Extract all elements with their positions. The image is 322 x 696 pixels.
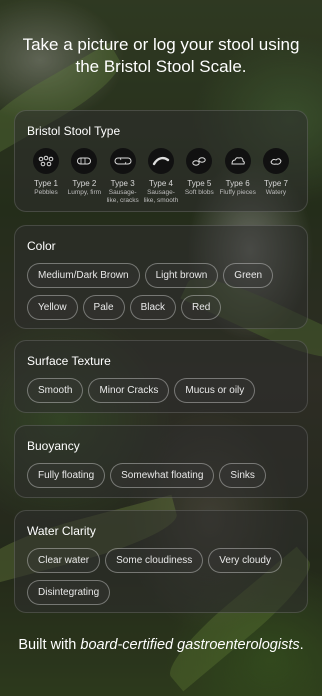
- clarity-chip-very-cloudy[interactable]: Very cloudy: [208, 548, 282, 573]
- texture-chip-smooth[interactable]: Smooth: [27, 378, 84, 403]
- soft-blobs-icon: [186, 148, 213, 174]
- clarity-card: Water Clarity Clear water Some cloudines…: [14, 510, 308, 613]
- cracked-sausage-icon: [109, 148, 136, 174]
- footer-emphasis: board-certified gastroenterologists: [80, 637, 300, 653]
- color-chip-light-brown[interactable]: Light brown: [144, 263, 219, 288]
- buoyancy-card: Buoyancy Fully floating Somewhat floatin…: [14, 425, 308, 498]
- type-name: Type 2: [72, 179, 97, 188]
- color-chip-yellow[interactable]: Yellow: [27, 295, 78, 320]
- type-desc: Soft blobs: [184, 189, 214, 196]
- texture-title: Surface Texture: [27, 354, 111, 368]
- type-option-7[interactable]: Type 7 Watery: [257, 148, 295, 205]
- type-name: Type 1: [33, 179, 58, 188]
- pebbles-icon: [33, 148, 59, 174]
- color-chip-red[interactable]: Red: [181, 295, 222, 320]
- buoyancy-chip-sinks[interactable]: Sinks: [219, 463, 266, 488]
- footer-credit: Built with board-certified gastroenterol…: [0, 636, 322, 654]
- type-desc: Pebbles: [34, 189, 58, 196]
- type-option-5[interactable]: Type 5 Soft blobs: [180, 148, 218, 205]
- buoyancy-options: Fully floating Somewhat floating Sinks: [27, 463, 295, 488]
- footer-prefix: Built with: [18, 637, 81, 653]
- footer-suffix: .: [299, 637, 304, 653]
- type-name: Type 7: [263, 179, 288, 188]
- type-desc: Sausage-like, smooth: [143, 189, 179, 204]
- color-chip-green[interactable]: Green: [223, 263, 274, 288]
- bristol-type-list: Type 1 Pebbles Type 2 Lumpy, firm Type 3…: [27, 148, 295, 205]
- headline: Take a picture or log your stool using t…: [22, 35, 300, 76]
- type-name: Type 4: [148, 179, 173, 188]
- texture-chip-minor-cracks[interactable]: Minor Cracks: [88, 378, 170, 403]
- buoyancy-chip-somewhat-floating[interactable]: Somewhat floating: [110, 463, 215, 488]
- type-desc: Fluffy pieces: [219, 189, 256, 196]
- texture-chip-mucus-or-oily[interactable]: Mucus or oily: [174, 378, 256, 403]
- type-name: Type 3: [110, 179, 135, 188]
- type-option-4[interactable]: Type 4 Sausage-like, smooth: [142, 148, 180, 205]
- color-title: Color: [27, 239, 56, 253]
- type-option-1[interactable]: Type 1 Pebbles: [27, 148, 65, 205]
- clarity-chip-clear-water[interactable]: Clear water: [27, 548, 101, 573]
- type-option-3[interactable]: Type 3 Sausage-like, cracks: [104, 148, 142, 205]
- texture-options: Smooth Minor Cracks Mucus or oily: [27, 378, 295, 403]
- bristol-type-card: Bristol Stool Type Type 1 Pebbles Type 2…: [14, 110, 308, 212]
- watery-icon: [262, 148, 289, 174]
- texture-card: Surface Texture Smooth Minor Cracks Mucu…: [14, 340, 308, 413]
- type-option-6[interactable]: Type 6 Fluffy pieces: [219, 148, 257, 205]
- clarity-title: Water Clarity: [27, 524, 96, 538]
- type-name: Type 6: [225, 179, 250, 188]
- type-name: Type 5: [187, 179, 212, 188]
- buoyancy-chip-fully-floating[interactable]: Fully floating: [27, 463, 106, 488]
- type-option-2[interactable]: Type 2 Lumpy, firm: [65, 148, 103, 205]
- fluffy-icon: [224, 148, 251, 174]
- color-chip-medium-dark-brown[interactable]: Medium/Dark Brown: [27, 263, 140, 288]
- color-chip-pale[interactable]: Pale: [82, 295, 125, 320]
- type-desc: Sausage-like, cracks: [106, 189, 139, 204]
- lumpy-icon: [71, 148, 98, 174]
- clarity-chip-some-cloudiness[interactable]: Some cloudiness: [105, 548, 204, 573]
- buoyancy-title: Buoyancy: [27, 439, 80, 453]
- type-desc: Watery: [265, 189, 287, 196]
- color-card: Color Medium/Dark Brown Light brown Gree…: [14, 225, 308, 329]
- bristol-type-title: Bristol Stool Type: [27, 124, 121, 138]
- type-desc: Lumpy, firm: [67, 189, 102, 196]
- clarity-chip-disintegrating[interactable]: Disintegrating: [27, 580, 111, 605]
- color-chip-black[interactable]: Black: [129, 295, 177, 320]
- color-options: Medium/Dark Brown Light brown Green Yell…: [27, 263, 295, 320]
- smooth-sausage-icon: [147, 148, 174, 174]
- clarity-options: Clear water Some cloudiness Very cloudy …: [27, 548, 295, 605]
